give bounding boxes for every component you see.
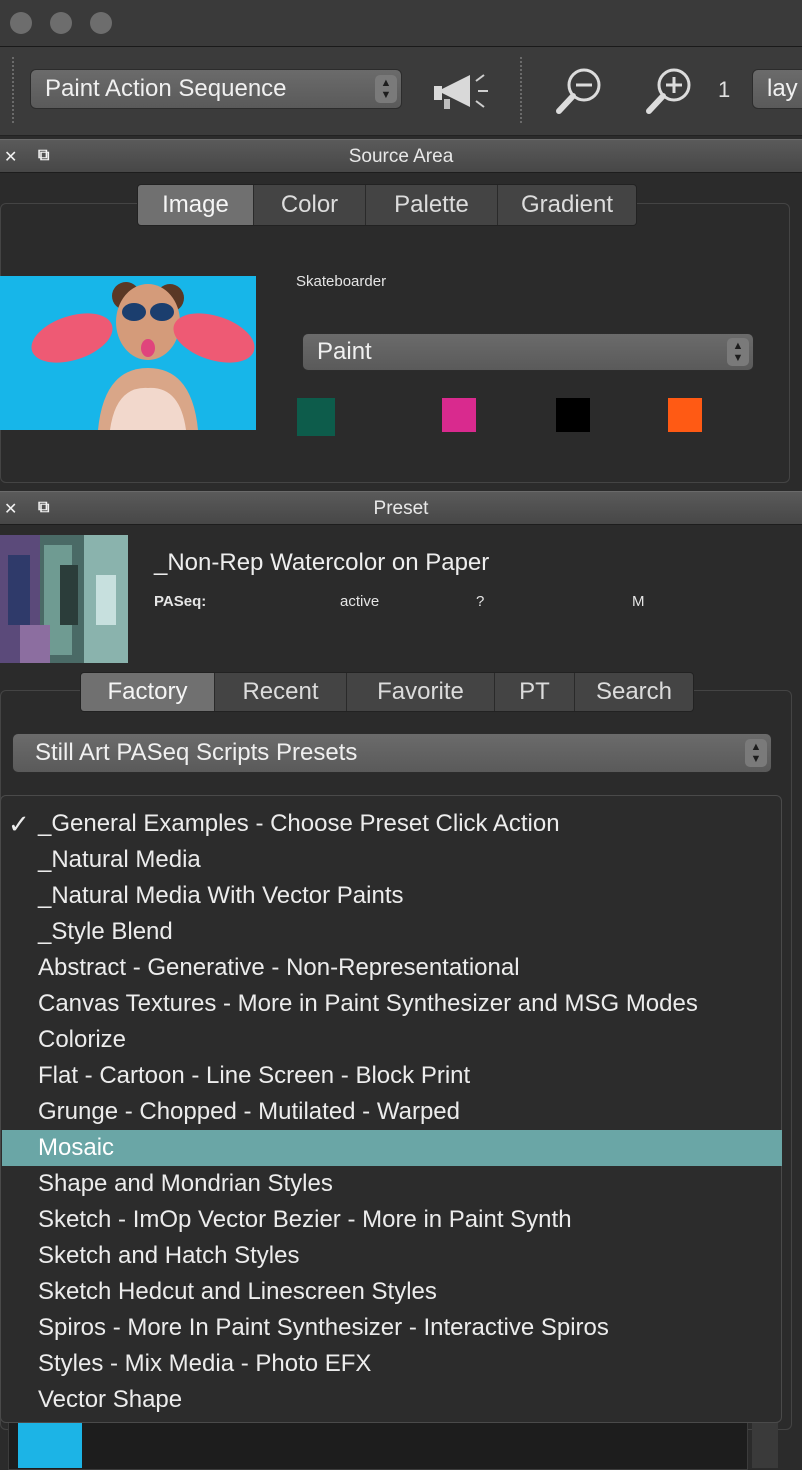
- menu-item[interactable]: Styles - Mix Media - Photo EFX: [2, 1346, 782, 1382]
- chevron-updown-icon: ▲ ▼: [727, 338, 749, 366]
- preset-category-select[interactable]: Still Art PASeq Scripts Presets ▲ ▼: [12, 733, 772, 773]
- tab-image[interactable]: Image: [138, 185, 254, 225]
- menu-item-label: Mosaic: [38, 1134, 115, 1161]
- megaphone-icon[interactable]: [432, 69, 496, 113]
- menu-item[interactable]: _Natural Media: [2, 842, 782, 878]
- toolbar-separator: [520, 57, 522, 123]
- tab-favorite[interactable]: Favorite: [347, 673, 495, 711]
- color-swatch[interactable]: [297, 398, 335, 436]
- menu-item[interactable]: Spiros - More In Paint Synthesizer - Int…: [2, 1310, 782, 1346]
- zoom-in-icon[interactable]: [644, 65, 696, 117]
- sequence-select-label: Paint Action Sequence: [45, 75, 287, 102]
- paseq-question: ?: [476, 593, 485, 610]
- preset-name: _Non-Rep Watercolor on Paper: [154, 549, 490, 576]
- source-area-header: ✕ ⧉ Source Area: [0, 139, 802, 173]
- preset-dropdown-menu: ✓ _General Examples - Choose Preset Clic…: [0, 795, 782, 1423]
- preset-thumbnail[interactable]: [0, 535, 128, 663]
- sequence-select[interactable]: Paint Action Sequence ▲ ▼: [30, 69, 402, 109]
- paseq-label: PASeq:: [154, 593, 207, 610]
- menu-item-label: _Natural Media: [38, 846, 201, 873]
- tab-gradient[interactable]: Gradient: [498, 185, 636, 225]
- color-swatch[interactable]: [668, 398, 702, 432]
- source-image-name: Skateboarder: [296, 273, 387, 290]
- menu-item-label: Flat - Cartoon - Line Screen - Block Pri…: [38, 1062, 471, 1089]
- preset-tabs: Factory Recent Favorite PT Search: [80, 672, 694, 712]
- menu-item[interactable]: Vector Shape: [2, 1382, 782, 1418]
- layer-select-label: lay: [767, 75, 798, 102]
- chevron-updown-icon: ▲ ▼: [745, 739, 767, 767]
- mode-select[interactable]: Paint ▲ ▼: [302, 333, 754, 371]
- menu-item-label: Vector Shape: [38, 1386, 183, 1413]
- menu-item[interactable]: Abstract - Generative - Non-Representati…: [2, 950, 782, 986]
- minimize-window-button[interactable]: [50, 12, 72, 34]
- tab-palette[interactable]: Palette: [366, 185, 498, 225]
- tab-pt[interactable]: PT: [495, 673, 575, 711]
- menu-item-label: _Natural Media With Vector Paints: [38, 882, 404, 909]
- paseq-m-label: M: [632, 593, 645, 610]
- menu-item-highlighted[interactable]: Mosaic: [2, 1130, 782, 1166]
- source-area-title: Source Area: [348, 146, 454, 167]
- zoom-level: 1: [718, 77, 731, 102]
- menu-item[interactable]: Sketch and Hatch Styles: [2, 1238, 782, 1274]
- menu-item-label: Sketch Hedcut and Linescreen Styles: [38, 1278, 437, 1305]
- menu-item[interactable]: Shape and Mondrian Styles: [2, 1166, 782, 1202]
- source-tabs: Image Color Palette Gradient: [137, 184, 637, 226]
- menu-item[interactable]: Grunge - Chopped - Mutilated - Warped: [2, 1094, 782, 1130]
- zoom-out-icon[interactable]: [554, 65, 606, 117]
- toolbar: Paint Action Sequence ▲ ▼ 1 lay: [0, 47, 802, 136]
- menu-item[interactable]: _Natural Media With Vector Paints: [2, 878, 782, 914]
- menu-item[interactable]: Colorize: [2, 1022, 782, 1058]
- menu-item-label: Colorize: [38, 1026, 127, 1053]
- tab-search[interactable]: Search: [575, 673, 693, 711]
- source-image-thumbnail[interactable]: [0, 276, 256, 430]
- menu-item[interactable]: Flat - Cartoon - Line Screen - Block Pri…: [2, 1058, 782, 1094]
- paseq-status: active: [340, 593, 380, 610]
- preset-item-thumbnail[interactable]: [18, 1418, 82, 1468]
- menu-item-label: Sketch and Hatch Styles: [38, 1242, 300, 1269]
- mode-select-label: Paint: [317, 338, 372, 365]
- tab-color[interactable]: Color: [254, 185, 366, 225]
- menu-item[interactable]: _Style Blend: [2, 914, 782, 950]
- menu-item-label: Canvas Textures - More in Paint Synthesi…: [38, 990, 698, 1017]
- checkmark-icon: ✓: [8, 809, 30, 839]
- preset-title: Preset: [373, 498, 429, 519]
- menu-item-label: _General Examples - Choose Preset Click …: [38, 810, 560, 837]
- menu-item[interactable]: Canvas Textures - More in Paint Synthesi…: [2, 986, 782, 1022]
- menu-item-label: Styles - Mix Media - Photo EFX: [38, 1350, 372, 1377]
- color-swatch[interactable]: [442, 398, 476, 432]
- menu-item-label: Grunge - Chopped - Mutilated - Warped: [38, 1098, 460, 1125]
- zoom-window-button[interactable]: [90, 12, 112, 34]
- tab-factory[interactable]: Factory: [81, 673, 215, 711]
- menu-item-label: Abstract - Generative - Non-Representati…: [38, 954, 520, 981]
- menu-item-label: Shape and Mondrian Styles: [38, 1170, 333, 1197]
- menu-item[interactable]: Sketch Hedcut and Linescreen Styles: [2, 1274, 782, 1310]
- tab-recent[interactable]: Recent: [215, 673, 347, 711]
- preset-category-label: Still Art PASeq Scripts Presets: [35, 739, 358, 766]
- menu-item-label: _Style Blend: [38, 918, 173, 945]
- toolbar-separator: [12, 57, 14, 123]
- chevron-updown-icon: ▲ ▼: [375, 75, 397, 103]
- window-title-bar: [0, 0, 802, 47]
- close-window-button[interactable]: [10, 12, 32, 34]
- menu-item[interactable]: Sketch - ImOp Vector Bezier - More in Pa…: [2, 1202, 782, 1238]
- preset-header: ✕ ⧉ Preset: [0, 491, 802, 525]
- menu-item[interactable]: ✓ _General Examples - Choose Preset Clic…: [2, 806, 782, 842]
- layer-select[interactable]: lay: [752, 69, 802, 109]
- menu-item-label: Sketch - ImOp Vector Bezier - More in Pa…: [38, 1206, 572, 1233]
- color-swatch[interactable]: [556, 398, 590, 432]
- menu-item-label: Spiros - More In Paint Synthesizer - Int…: [38, 1314, 609, 1341]
